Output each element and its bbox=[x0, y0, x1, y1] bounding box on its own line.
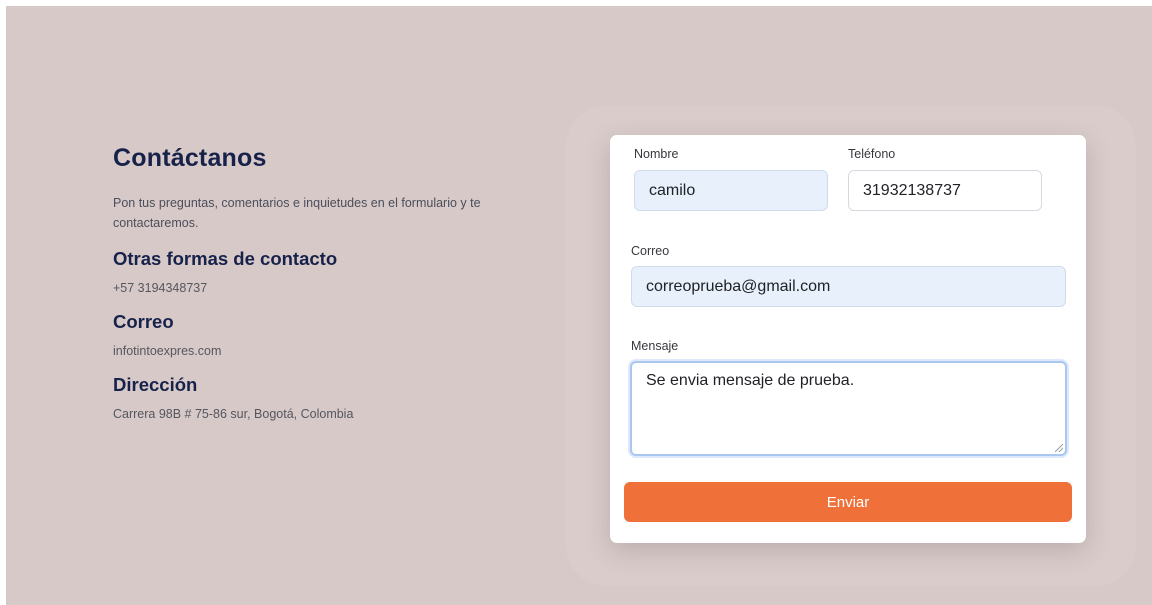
resize-handle-icon[interactable] bbox=[1055, 444, 1063, 452]
phone-heading: Otras formas de contacto bbox=[113, 248, 338, 269]
phone-value: +57 3194348737 bbox=[113, 281, 208, 295]
contact-description: Pon tus preguntas, comentarios e inquiet… bbox=[113, 196, 481, 230]
nombre-input[interactable]: camilo bbox=[634, 170, 828, 211]
email-heading: Correo bbox=[113, 311, 174, 332]
mensaje-label: Mensaje bbox=[631, 339, 679, 353]
correo-label: Correo bbox=[631, 244, 670, 258]
page-title: Contáctanos bbox=[113, 144, 267, 172]
contact-info: Contáctanos Pon tus preguntas, comentari… bbox=[113, 144, 543, 437]
contact-form-card: Nombre camilo Teléfono 31932138737 Corre… bbox=[610, 135, 1086, 543]
address-heading: Dirección bbox=[113, 374, 198, 395]
email-value: infotintoexpres.com bbox=[113, 344, 222, 358]
correo-input[interactable]: correoprueba@gmail.com bbox=[631, 266, 1066, 307]
mensaje-textarea[interactable]: Se envia mensaje de prueba. bbox=[630, 361, 1067, 456]
telefono-label: Teléfono bbox=[848, 147, 896, 161]
mensaje-text: Se envia mensaje de prueba. bbox=[646, 372, 855, 389]
telefono-input[interactable]: 31932138737 bbox=[848, 170, 1042, 211]
address-value: Carrera 98B # 75-86 sur, Bogotá, Colombi… bbox=[113, 407, 354, 421]
enviar-button[interactable]: Enviar bbox=[624, 482, 1072, 522]
page-background: Contáctanos Pon tus preguntas, comentari… bbox=[6, 6, 1152, 605]
nombre-label: Nombre bbox=[634, 147, 679, 161]
